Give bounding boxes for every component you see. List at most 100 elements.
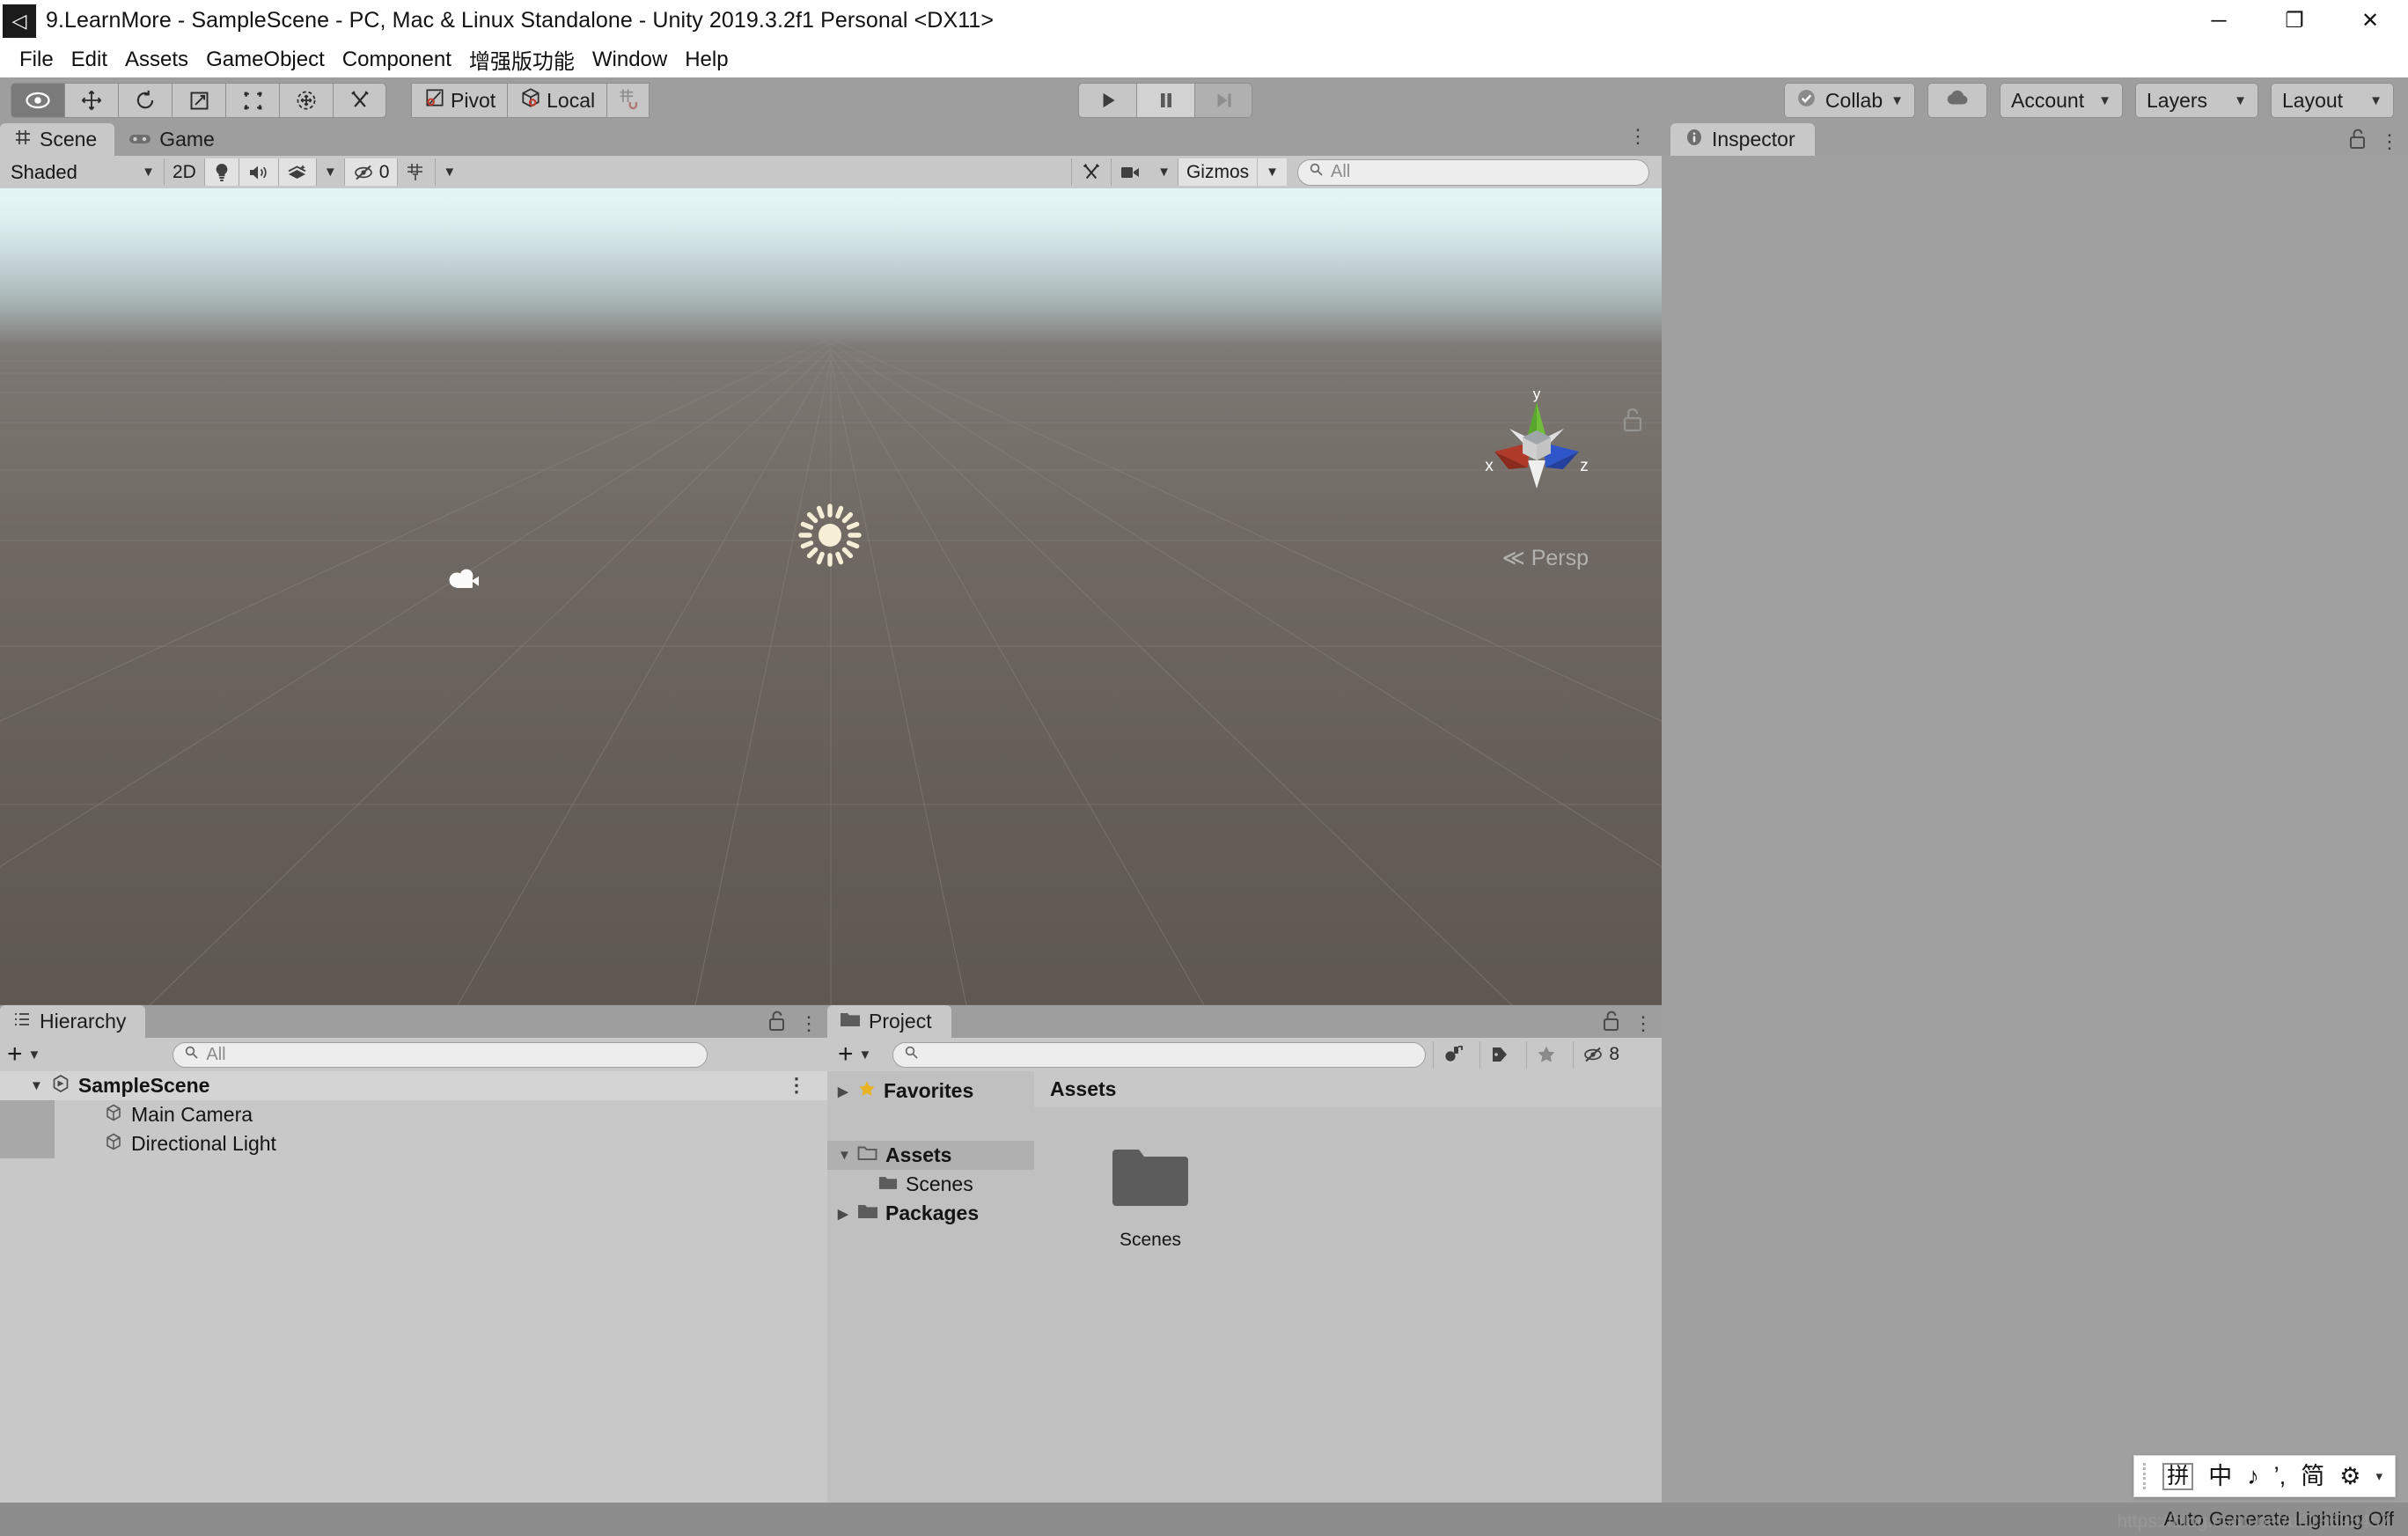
rect-tool-button[interactable] [225, 83, 279, 118]
expand-triangle-icon[interactable]: ▼ [30, 1078, 43, 1093]
scene-viewport[interactable]: y x z [0, 188, 1662, 1005]
lock-open-icon[interactable] [767, 1010, 787, 1039]
minimize-button[interactable]: ─ [2181, 0, 2257, 41]
expand-triangle-icon[interactable]: ▶ [838, 1084, 850, 1099]
scene-audio-toggle[interactable] [239, 158, 278, 186]
scene-fx-toggle[interactable] [278, 158, 316, 186]
hierarchy-search-input[interactable]: All [173, 1042, 708, 1068]
pinyin-mode-icon[interactable]: 拼 [2162, 1463, 2193, 1490]
scene-row-menu-icon[interactable]: ⋮ [787, 1077, 806, 1094]
perspective-label[interactable]: ≪ Persp [1502, 545, 1589, 571]
menu-edit[interactable]: Edit [62, 46, 116, 74]
chevron-down-icon: ▼ [324, 165, 337, 180]
ime-settings-gear-icon[interactable]: ⚙ [2339, 1465, 2360, 1488]
inspector-menu-icon[interactable]: ⋮ [2380, 134, 2399, 151]
breadcrumb[interactable]: Assets [1034, 1071, 1662, 1107]
project-visibility-toggle[interactable]: 8 [1573, 1041, 1628, 1069]
layers-button[interactable]: Layers ▼ [2135, 83, 2258, 118]
project-tree-assets[interactable]: ▼ Assets [827, 1141, 1034, 1170]
grid-snapping-button[interactable] [606, 83, 650, 118]
project-tree-scenes[interactable]: Scenes [827, 1170, 1034, 1199]
project-menu-icon[interactable]: ⋮ [1633, 1016, 1653, 1033]
account-button[interactable]: Account ▼ [2000, 83, 2123, 118]
custom-editor-tool-button[interactable] [333, 83, 386, 118]
directional-light-gizmo[interactable] [797, 503, 863, 572]
expand-triangle-icon[interactable]: ▼ [838, 1148, 850, 1163]
scene-grid-dropdown[interactable]: ▼ [435, 158, 463, 186]
ime-toolbar[interactable]: 拼 中 ♪ ʼ, 简 ⚙ ▾ [2133, 1455, 2396, 1497]
lock-open-icon[interactable] [2348, 128, 2368, 157]
pause-button[interactable] [1136, 83, 1194, 118]
menu-assets[interactable]: Assets [116, 46, 197, 74]
hierarchy-row-directional-light[interactable]: Directional Light [0, 1129, 827, 1158]
menu-gameobject[interactable]: GameObject [197, 46, 334, 74]
hierarchy-row-main-camera[interactable]: Main Camera [0, 1100, 827, 1129]
tab-hierarchy[interactable]: Hierarchy [0, 1005, 145, 1038]
tab-inspector[interactable]: Inspector [1670, 123, 1815, 156]
search-by-type-button[interactable] [1433, 1041, 1472, 1069]
scene-camera-dropdown[interactable]: ▼ [1150, 158, 1178, 186]
tab-game[interactable]: Game [114, 123, 232, 156]
chinese-english-toggle-icon[interactable]: 中 [2208, 1465, 2232, 1488]
draw-mode-dropdown[interactable]: Shaded ▼ [5, 158, 164, 186]
tab-project[interactable]: Project [827, 1005, 951, 1038]
play-button[interactable] [1078, 83, 1136, 118]
lock-open-icon[interactable] [1602, 1010, 1621, 1039]
menu-enhanced[interactable]: 增强版功能 [460, 42, 584, 77]
transform-tool-button[interactable] [279, 83, 333, 118]
ime-drag-handle[interactable] [2143, 1463, 2147, 1489]
menu-component[interactable]: Component [334, 46, 460, 74]
scene-fx-dropdown[interactable]: ▼ [316, 158, 344, 186]
menubar: File Edit Assets GameObject Component 增强… [0, 41, 2408, 77]
local-button[interactable]: Local [507, 83, 606, 118]
window-controls: ─ ❐ ✕ [2181, 0, 2408, 41]
maximize-button[interactable]: ❐ [2257, 0, 2332, 41]
asset-item-scenes[interactable]: Scenes [1080, 1144, 1221, 1251]
main-camera-gizmo[interactable] [447, 565, 482, 596]
project-tree-favorites[interactable]: ▶ Favorites [827, 1077, 1034, 1106]
hierarchy-create-button[interactable]: + ▼ [7, 1040, 40, 1069]
tab-scene[interactable]: Scene [0, 123, 114, 156]
simplified-traditional-toggle-icon[interactable]: 简 [2301, 1465, 2324, 1488]
layout-button[interactable]: Layout ▼ [2271, 83, 2394, 118]
hierarchy-row-samplescene[interactable]: ▼ SampleScene ⋮ [0, 1071, 827, 1100]
scene-visibility-toggle[interactable]: 0 [344, 158, 398, 186]
scene-component-tools-button[interactable] [1071, 158, 1111, 186]
scene-search-input[interactable]: All [1297, 159, 1649, 186]
save-search-favorite-button[interactable] [1526, 1041, 1566, 1069]
ime-expand-icon[interactable]: ▾ [2375, 1468, 2382, 1484]
persp-text: Persp [1531, 546, 1589, 570]
toggle-2d-button[interactable]: 2D [164, 158, 204, 186]
step-button[interactable] [1194, 83, 1252, 118]
punctuation-toggle-icon[interactable]: ʼ, [2274, 1465, 2287, 1488]
move-tool-button[interactable] [64, 83, 118, 118]
hierarchy-menu-icon[interactable]: ⋮ [799, 1016, 819, 1033]
scene-axis-gizmo[interactable]: y x z [1475, 386, 1598, 505]
project-create-button[interactable]: + ▼ [838, 1040, 871, 1069]
rotate-tool-button[interactable] [118, 83, 172, 118]
pivot-button[interactable]: Pivot [411, 83, 507, 118]
mode-moon-icon[interactable]: ♪ [2247, 1465, 2259, 1488]
menu-window[interactable]: Window [584, 46, 676, 74]
folder-icon [878, 1172, 898, 1196]
menu-help[interactable]: Help [676, 46, 737, 74]
project-asset-grid[interactable]: Scenes [1034, 1107, 1662, 1503]
gizmos-dropdown[interactable]: ▼ [1257, 158, 1287, 186]
hand-tool-button[interactable] [11, 83, 64, 118]
scene-camera-button[interactable] [1111, 158, 1150, 186]
close-button[interactable]: ✕ [2332, 0, 2408, 41]
toolbar-right-group: Collab ▼ Account ▼ Layers ▼ Layout ▼ [1784, 83, 2408, 118]
search-by-label-button[interactable] [1479, 1041, 1519, 1069]
collab-button[interactable]: Collab ▼ [1784, 83, 1915, 118]
scale-tool-button[interactable] [172, 83, 225, 118]
gizmos-button[interactable]: Gizmos [1178, 158, 1257, 186]
services-cloud-button[interactable] [1927, 83, 1987, 118]
scene-panel-menu-icon[interactable]: ⋮ [1628, 129, 1648, 145]
scene-grid-toggle[interactable] [397, 158, 435, 186]
project-search-input[interactable] [892, 1042, 1426, 1068]
collab-label: Collab [1825, 89, 1883, 113]
expand-triangle-icon[interactable]: ▶ [838, 1206, 850, 1222]
menu-file[interactable]: File [11, 46, 62, 74]
scene-lighting-toggle[interactable] [204, 158, 239, 186]
project-tree-packages[interactable]: ▶ Packages [827, 1199, 1034, 1228]
